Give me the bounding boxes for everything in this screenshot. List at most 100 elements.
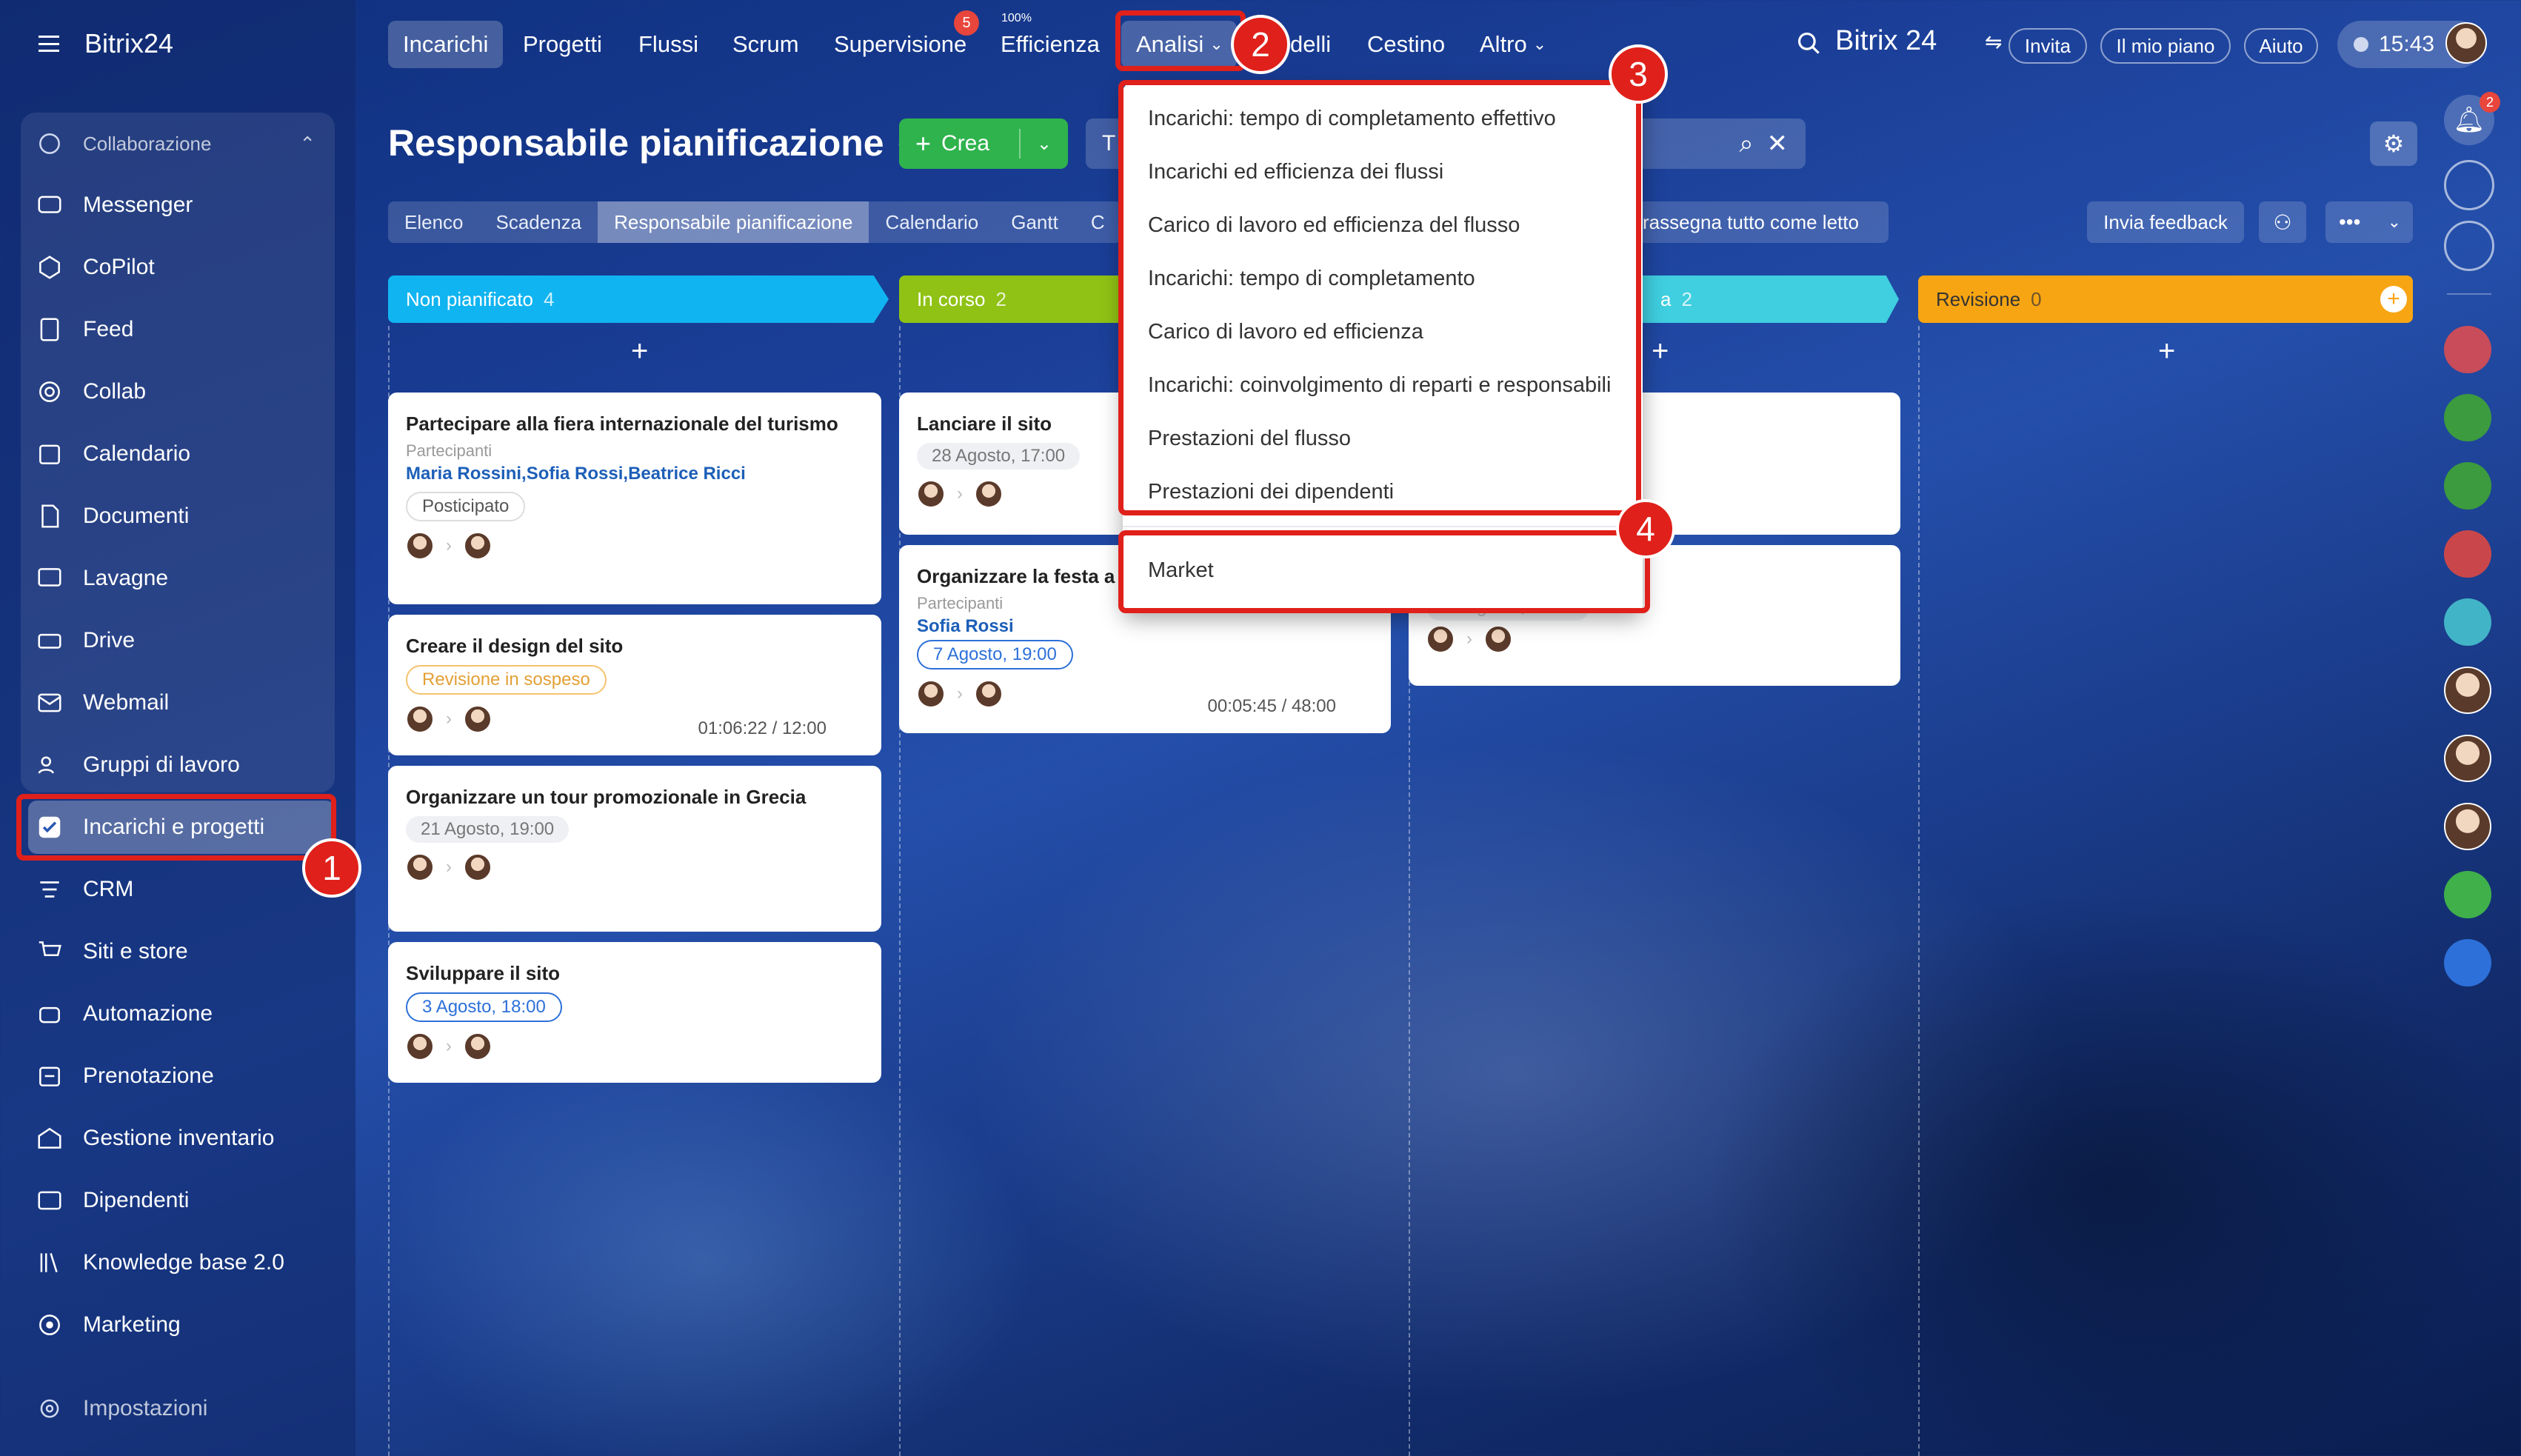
sidebar-item-inventario[interactable]: Gestione inventario <box>28 1112 335 1165</box>
column-header-non-pianificato[interactable]: Non pianificato 4 <box>388 275 889 323</box>
close-icon[interactable]: ✕ <box>1767 129 1789 158</box>
chat-icon[interactable] <box>2444 598 2491 646</box>
calendar-icon <box>39 444 60 464</box>
sidebar-item-gruppi[interactable]: Gruppi di lavoro <box>28 738 335 792</box>
avatar[interactable] <box>917 680 945 708</box>
invite-button[interactable]: Invita <box>2009 28 2087 64</box>
tab-more[interactable]: C <box>1075 201 1121 243</box>
topnav-cestino[interactable]: Cestino <box>1352 21 1460 68</box>
task-card[interactable]: Sviluppare il sito 3 Agosto, 18:00 › <box>388 942 881 1083</box>
employees-icon <box>38 1191 61 1210</box>
chevron-down-icon[interactable]: ⌄ <box>1037 133 1052 155</box>
column-header-revisione[interactable]: Revisione 0 + <box>1918 275 2413 323</box>
filters-icon[interactable]: ⇋ <box>1985 30 2002 54</box>
copilot-icon[interactable] <box>2444 160 2494 210</box>
avatar[interactable] <box>2444 803 2491 850</box>
search-icon[interactable]: ⌕ <box>1739 130 1753 158</box>
sidebar-item-calendario[interactable]: Calendario <box>28 427 335 481</box>
chevron-down-icon: ⌄ <box>1532 35 1547 53</box>
avatar[interactable] <box>464 1032 492 1061</box>
task-card[interactable]: Creare il design del sito Revisione in s… <box>388 615 881 755</box>
topnav-progetti[interactable]: Progetti <box>508 21 617 68</box>
group-chat-icon[interactable] <box>2444 530 2491 578</box>
topnav-incarichi[interactable]: Incarichi <box>388 21 504 68</box>
sidebar-item-webmail[interactable]: Webmail <box>28 676 335 729</box>
avatar[interactable] <box>406 532 434 560</box>
tab-calendario[interactable]: Calendario <box>869 201 995 243</box>
sidebar-item-marketing[interactable]: Marketing <box>28 1298 335 1352</box>
sidebar-settings[interactable]: Impostazioni <box>28 1382 335 1435</box>
menu-icon[interactable] <box>39 36 59 52</box>
column-header-in-corso[interactable]: In corso 2 <box>899 275 1121 323</box>
sidebar-item-messenger[interactable]: Messenger <box>28 178 335 232</box>
user-avatar[interactable] <box>2445 22 2487 64</box>
sidebar-item-feed[interactable]: Feed <box>28 303 335 356</box>
feedback-button[interactable]: Invia feedback <box>2087 201 2244 243</box>
settings-gear-icon[interactable]: ⚙ <box>2370 121 2417 166</box>
add-task-icon[interactable]: + <box>631 335 648 368</box>
column-divider <box>1918 326 1920 1456</box>
add-column-icon[interactable]: + <box>2380 286 2407 313</box>
chevron-up-icon[interactable]: ⌃ <box>299 133 315 156</box>
sidebar-item-copilot[interactable]: CoPilot <box>28 241 335 294</box>
robot-icon <box>39 1006 60 1023</box>
topnav-scrum[interactable]: Scrum <box>718 21 814 68</box>
avatar[interactable] <box>2444 735 2491 782</box>
search-input-end[interactable]: ⌕ ✕ <box>1643 118 1806 169</box>
tab-scadenza[interactable]: Scadenza <box>480 201 598 243</box>
avatar[interactable] <box>975 480 1003 508</box>
add-task-icon[interactable]: + <box>1652 335 1669 368</box>
sidebar-item-collab[interactable]: Collab <box>28 365 335 418</box>
sidebar-item-prenotazione[interactable]: Prenotazione <box>28 1049 335 1103</box>
status-badge: Revisione in sospeso <box>406 665 607 695</box>
task-card[interactable]: Organizzare un tour promozionale in Grec… <box>388 766 881 932</box>
sidebar-item-dipendenti[interactable]: Dipendenti <box>28 1174 335 1227</box>
topnav-altro[interactable]: Altro ⌄ <box>1465 21 1561 68</box>
group-chat-icon[interactable] <box>2444 394 2491 441</box>
column-header-third[interactable]: a2 <box>1643 275 1899 323</box>
plan-button[interactable]: Il mio piano <box>2100 28 2231 64</box>
sidebar-item-knowledge[interactable]: Knowledge base 2.0 <box>28 1236 335 1289</box>
tab-gantt[interactable]: Gantt <box>995 201 1075 243</box>
avatar[interactable] <box>1484 625 1512 653</box>
mark-all-read-button[interactable]: rassegna tutto come letto <box>1625 201 1889 243</box>
group-chat-icon[interactable] <box>2444 462 2491 510</box>
sidebar-item-drive[interactable]: Drive <box>28 614 335 667</box>
tab-elenco[interactable]: Elenco <box>388 201 480 243</box>
avatar[interactable] <box>406 853 434 881</box>
avatar[interactable] <box>464 705 492 733</box>
task-card[interactable]: Partecipare alla fiera internazionale de… <box>388 393 881 604</box>
sidebar-item-lavagne[interactable]: Lavagne <box>28 552 335 605</box>
search-icon[interactable] <box>1795 30 1823 58</box>
collab-group-icon <box>39 133 60 154</box>
chat-search-icon[interactable] <box>2444 221 2494 271</box>
avatar[interactable] <box>406 705 434 733</box>
topnav-flussi[interactable]: Flussi <box>624 21 713 68</box>
notes-icon[interactable] <box>2444 871 2491 918</box>
avatar[interactable] <box>406 1032 434 1061</box>
sidebar-item-documenti[interactable]: Documenti <box>28 490 335 543</box>
avatar[interactable] <box>464 853 492 881</box>
sidebar-item-crm[interactable]: CRM <box>28 863 335 916</box>
robot-icon[interactable]: ⚇ <box>2259 201 2306 243</box>
help-button[interactable]: Aiuto <box>2244 28 2318 64</box>
app-logo[interactable]: Bitrix24 <box>39 25 173 62</box>
sidebar-item-siti[interactable]: Siti e store <box>28 925 335 978</box>
group-chat-icon[interactable] <box>2444 326 2491 373</box>
board-icon <box>38 568 61 587</box>
avatar[interactable] <box>1426 625 1455 653</box>
tab-responsabile[interactable]: Responsabile pianificazione <box>598 201 869 243</box>
avatar[interactable] <box>975 680 1003 708</box>
add-task-icon[interactable]: + <box>2158 335 2175 368</box>
avatar[interactable] <box>2444 667 2491 714</box>
more-menu-button[interactable]: ••• ⌄ <box>2325 201 2413 243</box>
copilot-icon <box>39 256 60 279</box>
topnav-efficienza[interactable]: Efficienza <box>986 21 1115 68</box>
avatar[interactable] <box>464 532 492 560</box>
sidebar-group-header[interactable]: Collaborazione ⌃ <box>28 117 335 170</box>
create-button[interactable]: + Crea ⌄ <box>899 118 1068 169</box>
books-icon <box>40 1252 58 1273</box>
bookmark-icon[interactable] <box>2444 939 2491 986</box>
sidebar-item-automazione[interactable]: Automazione <box>28 987 335 1041</box>
avatar[interactable] <box>917 480 945 508</box>
